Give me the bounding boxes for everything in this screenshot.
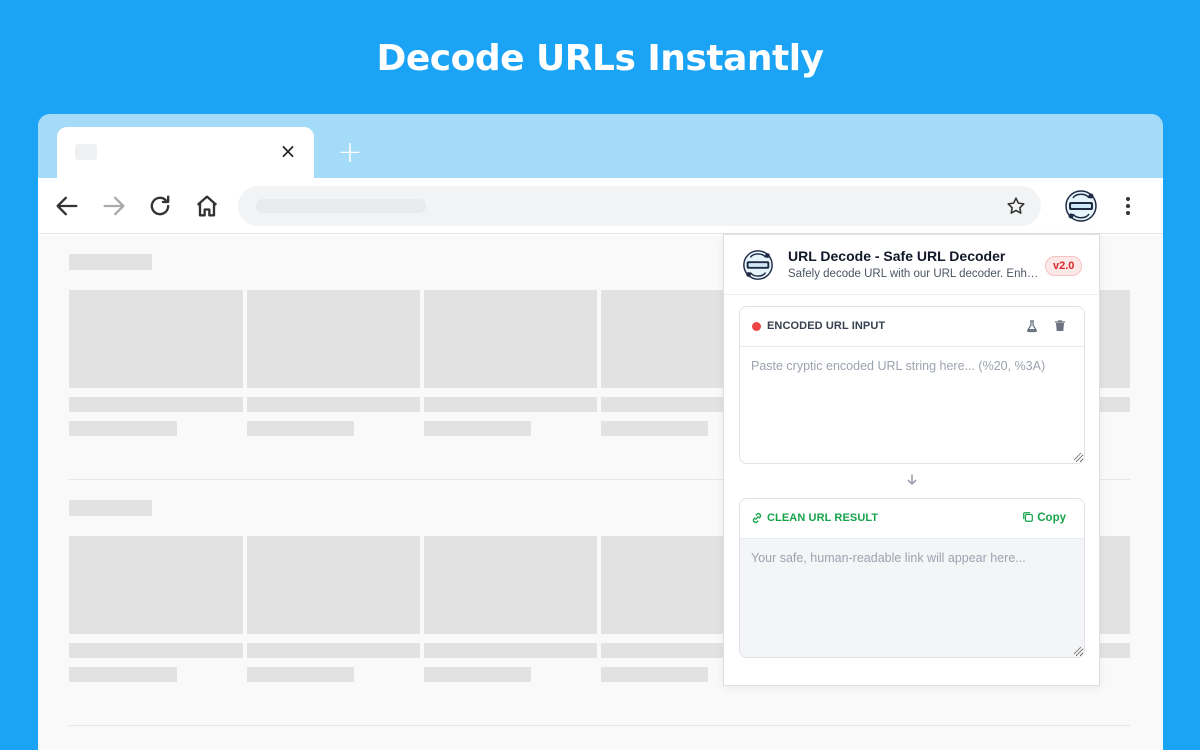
skeleton-line-short <box>69 667 177 682</box>
browser-toolbar <box>38 178 1163 234</box>
skeleton-divider <box>69 725 1130 726</box>
popup-header: URL Decode - Safe URL Decoder Safely dec… <box>724 235 1099 295</box>
skeleton-line-short <box>601 667 708 682</box>
tab-strip: × + <box>38 114 1163 179</box>
result-panel-label: CLEAN URL RESULT <box>767 512 879 524</box>
result-panel-body <box>740 539 1084 657</box>
popup-title: URL Decode - Safe URL Decoder <box>788 248 1006 264</box>
skeleton-line-short <box>424 667 531 682</box>
status-dot <box>752 322 761 331</box>
tab-close-icon[interactable]: × <box>276 139 300 163</box>
skeleton-card <box>424 536 597 634</box>
skeleton-heading <box>69 254 152 270</box>
version-badge: v2.0 <box>1045 256 1083 276</box>
skeleton-line-short <box>424 421 531 436</box>
star-icon[interactable] <box>1005 195 1027 217</box>
link-icon <box>750 511 766 527</box>
copy-label: Copy <box>1037 512 1066 524</box>
skeleton-heading <box>69 500 152 516</box>
hero-title: Decode URLs Instantly <box>376 38 824 79</box>
skeleton-line-short <box>247 667 354 682</box>
result-panel-header: CLEAN URL RESULT Copy <box>740 499 1084 539</box>
address-bar[interactable] <box>238 186 1041 226</box>
extension-icon[interactable] <box>1063 188 1099 224</box>
reload-icon[interactable] <box>146 192 174 220</box>
clean-url-textarea[interactable] <box>740 539 1084 657</box>
skeleton-card <box>247 290 420 388</box>
skeleton-line <box>69 643 243 658</box>
skeleton-card <box>247 536 420 634</box>
trash-icon[interactable] <box>1052 318 1068 334</box>
forward-arrow-icon[interactable] <box>100 192 128 220</box>
skeleton-card <box>69 290 243 388</box>
skeleton-card <box>69 536 243 634</box>
skeleton-line <box>69 397 243 412</box>
kebab-menu-icon[interactable] <box>1118 192 1138 220</box>
skeleton-line <box>247 643 420 658</box>
skeleton-line-short <box>69 421 177 436</box>
tab-favicon-icon <box>75 144 97 160</box>
input-panel-body <box>740 347 1084 463</box>
clean-result-panel: CLEAN URL RESULT Copy <box>739 498 1085 658</box>
url-decoder-logo-icon <box>741 248 775 282</box>
flask-icon[interactable] <box>1024 318 1040 334</box>
skeleton-line-short <box>601 421 708 436</box>
skeleton-line <box>424 397 597 412</box>
skeleton-line <box>247 397 420 412</box>
skeleton-card <box>424 290 597 388</box>
extension-popup: URL Decode - Safe URL Decoder Safely dec… <box>723 234 1100 686</box>
new-tab-icon[interactable]: + <box>335 138 365 168</box>
copy-icon <box>1023 512 1034 522</box>
address-text-blurred <box>256 199 426 213</box>
arrow-down-icon <box>906 473 918 487</box>
copy-button[interactable]: Copy <box>1022 511 1066 524</box>
back-arrow-icon[interactable] <box>53 192 81 220</box>
popup-subtitle: Safely decode URL with our URL decoder. … <box>788 268 1040 280</box>
browser-tab[interactable]: × <box>57 127 314 179</box>
input-panel-label: ENCODED URL INPUT <box>767 320 886 332</box>
home-icon[interactable] <box>193 192 221 220</box>
encoded-url-textarea[interactable] <box>740 347 1084 463</box>
skeleton-line <box>424 643 597 658</box>
encoded-input-panel: ENCODED URL INPUT <box>739 306 1085 464</box>
skeleton-line-short <box>247 421 354 436</box>
input-panel-header: ENCODED URL INPUT <box>740 307 1084 347</box>
